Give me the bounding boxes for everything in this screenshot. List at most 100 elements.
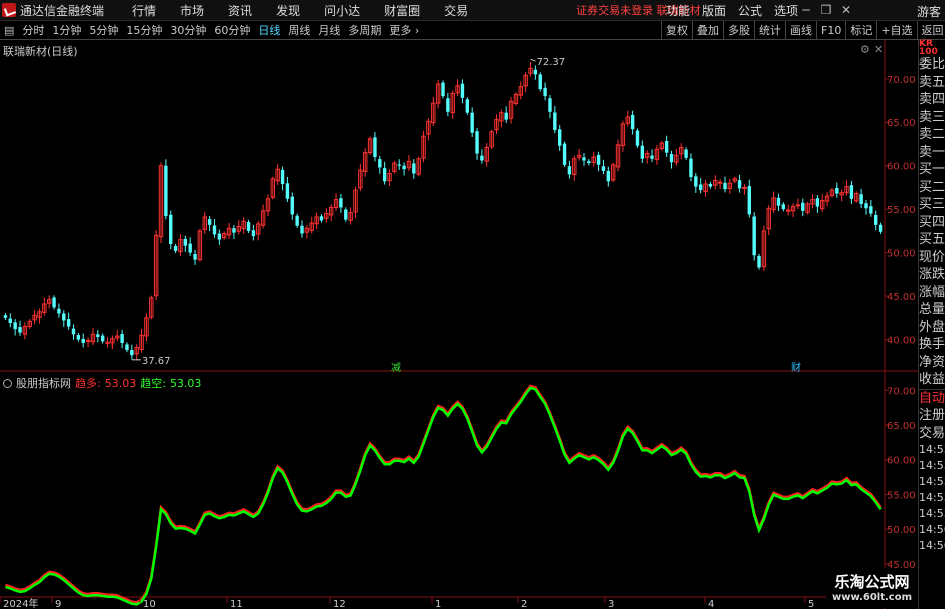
indicator-toggle-icon[interactable] [3, 378, 12, 388]
panel-close-icon[interactable]: ✕ [874, 43, 887, 56]
indicator-name[interactable]: 股朋指标网 [16, 375, 71, 391]
menu-item-trade[interactable]: 交易 [432, 2, 480, 19]
candle [173, 246, 178, 251]
quote-field-label: 买五 [919, 232, 945, 247]
event-marker-reduce[interactable]: 减 [391, 362, 401, 374]
period-daily[interactable]: 日线 [254, 22, 284, 38]
candle [650, 155, 654, 159]
adjust-button[interactable]: 复权 [661, 21, 692, 40]
period-multi[interactable]: 多周期 [344, 22, 385, 38]
date-label: 12 [333, 599, 346, 609]
period-1min[interactable]: 1分钟 [48, 22, 85, 38]
side-tab[interactable]: 注册 [919, 407, 945, 425]
candle [125, 344, 129, 351]
date-label: 11 [230, 599, 243, 609]
settings-icon[interactable]: ⚙ [860, 43, 874, 56]
candle [684, 149, 688, 158]
candle [412, 163, 416, 174]
quote-field-label: 委比 [919, 57, 945, 72]
multi-stock-button[interactable]: 多股 [723, 21, 754, 40]
add-watchlist-button[interactable]: +自选 [876, 21, 916, 40]
period-monthly[interactable]: 月线 [314, 22, 344, 38]
chart-area[interactable]: 40.0045.0050.0055.0060.0065.0070.0045.00… [0, 40, 918, 609]
menu-item-ask[interactable]: 问小达 [312, 2, 372, 19]
minimize-icon[interactable]: ─ [798, 3, 814, 17]
side-tab[interactable]: 自动 [919, 390, 945, 408]
indicator-tick-label: 65.00 [887, 421, 916, 432]
price-tick-label: 70.00 [887, 75, 916, 86]
f10-button[interactable]: F10 [816, 21, 845, 40]
restore-icon[interactable]: ❐ [818, 3, 834, 17]
tick-time: 14:55 [919, 507, 945, 520]
candle [742, 186, 747, 189]
candle [480, 155, 484, 161]
period-list-icon[interactable]: ▤ [0, 24, 18, 37]
side-tabs: 自动 注册 交易 [919, 390, 945, 443]
candle [781, 204, 786, 210]
menu-item-markets[interactable]: 市场 [168, 2, 216, 19]
date-label: 9 [55, 599, 61, 609]
menu-item-wealth[interactable]: 财富圈 [372, 2, 432, 19]
menu-item-news[interactable]: 资讯 [216, 2, 264, 19]
menu-item-formula[interactable]: 公式 [732, 2, 768, 19]
menu-item-discover[interactable]: 发现 [264, 2, 312, 19]
grid-layer [0, 40, 918, 609]
date-label: 5 [808, 599, 814, 609]
indicator-tick-label: 70.00 [887, 386, 916, 397]
period-15min[interactable]: 15分钟 [122, 22, 166, 38]
menu-item-layout[interactable]: 版面 [696, 2, 732, 19]
overlay-button[interactable]: 叠加 [692, 21, 723, 40]
back-button[interactable]: 返回 [916, 21, 945, 40]
period-more-label: 更多 [389, 24, 412, 37]
site-watermark: 乐淘公式网 www.60lt.com [826, 568, 918, 608]
date-label: 4 [708, 599, 714, 609]
mark-button[interactable]: 标记 [845, 21, 876, 40]
short-label: 趋空 [140, 377, 163, 390]
tick-time: 14:55 [919, 475, 945, 488]
candle [130, 350, 134, 356]
event-marker-finance[interactable]: 财 [791, 361, 801, 374]
quote-field-label: 现价 [919, 249, 945, 265]
candle [533, 69, 538, 75]
period-30min[interactable]: 30分钟 [166, 22, 210, 38]
candle [344, 209, 348, 220]
candle [596, 154, 601, 165]
candle [169, 214, 173, 244]
candle [18, 327, 22, 333]
quote-field-label: 买二 [919, 179, 945, 195]
candle [606, 170, 611, 182]
period-intraday[interactable]: 分时 [18, 22, 48, 38]
draw-line-button[interactable]: 画线 [785, 21, 816, 40]
guest-account[interactable]: 游客 [917, 3, 941, 20]
side-tab[interactable]: 交易 [919, 425, 945, 443]
watermark-title: 乐淘公式网 [834, 573, 910, 591]
period-weekly[interactable]: 周线 [284, 22, 314, 38]
candle [538, 74, 542, 90]
candle [96, 334, 100, 337]
candle [378, 159, 382, 168]
quote-field-label: 涨幅 [919, 284, 945, 300]
date-label: 3 [608, 599, 614, 609]
candle [280, 169, 285, 184]
kr-badge[interactable]: KR 100 [919, 40, 945, 57]
quote-field-label: 净资 [919, 354, 945, 370]
candle [295, 215, 299, 226]
candle [183, 238, 188, 246]
stats-button[interactable]: 统计 [754, 21, 785, 40]
period-more[interactable]: 更多 › [385, 22, 423, 38]
candle [835, 187, 839, 194]
candle [212, 225, 217, 235]
candle [193, 254, 197, 260]
candle [689, 158, 693, 178]
short-line [5, 386, 882, 606]
tick-time: 14:56 [919, 539, 945, 552]
axis-layer: 40.0045.0050.0055.0060.0065.0070.0045.00… [885, 75, 916, 571]
indicator-tick-label: 50.00 [887, 525, 916, 536]
period-5min[interactable]: 5分钟 [85, 22, 122, 38]
candle [849, 185, 854, 199]
menu-item-function[interactable]: 功能 [660, 2, 696, 19]
period-60min[interactable]: 60分钟 [210, 22, 254, 38]
menu-item-market[interactable]: 行情 [120, 2, 168, 19]
candle [630, 114, 635, 130]
close-icon[interactable]: ✕ [838, 3, 854, 17]
